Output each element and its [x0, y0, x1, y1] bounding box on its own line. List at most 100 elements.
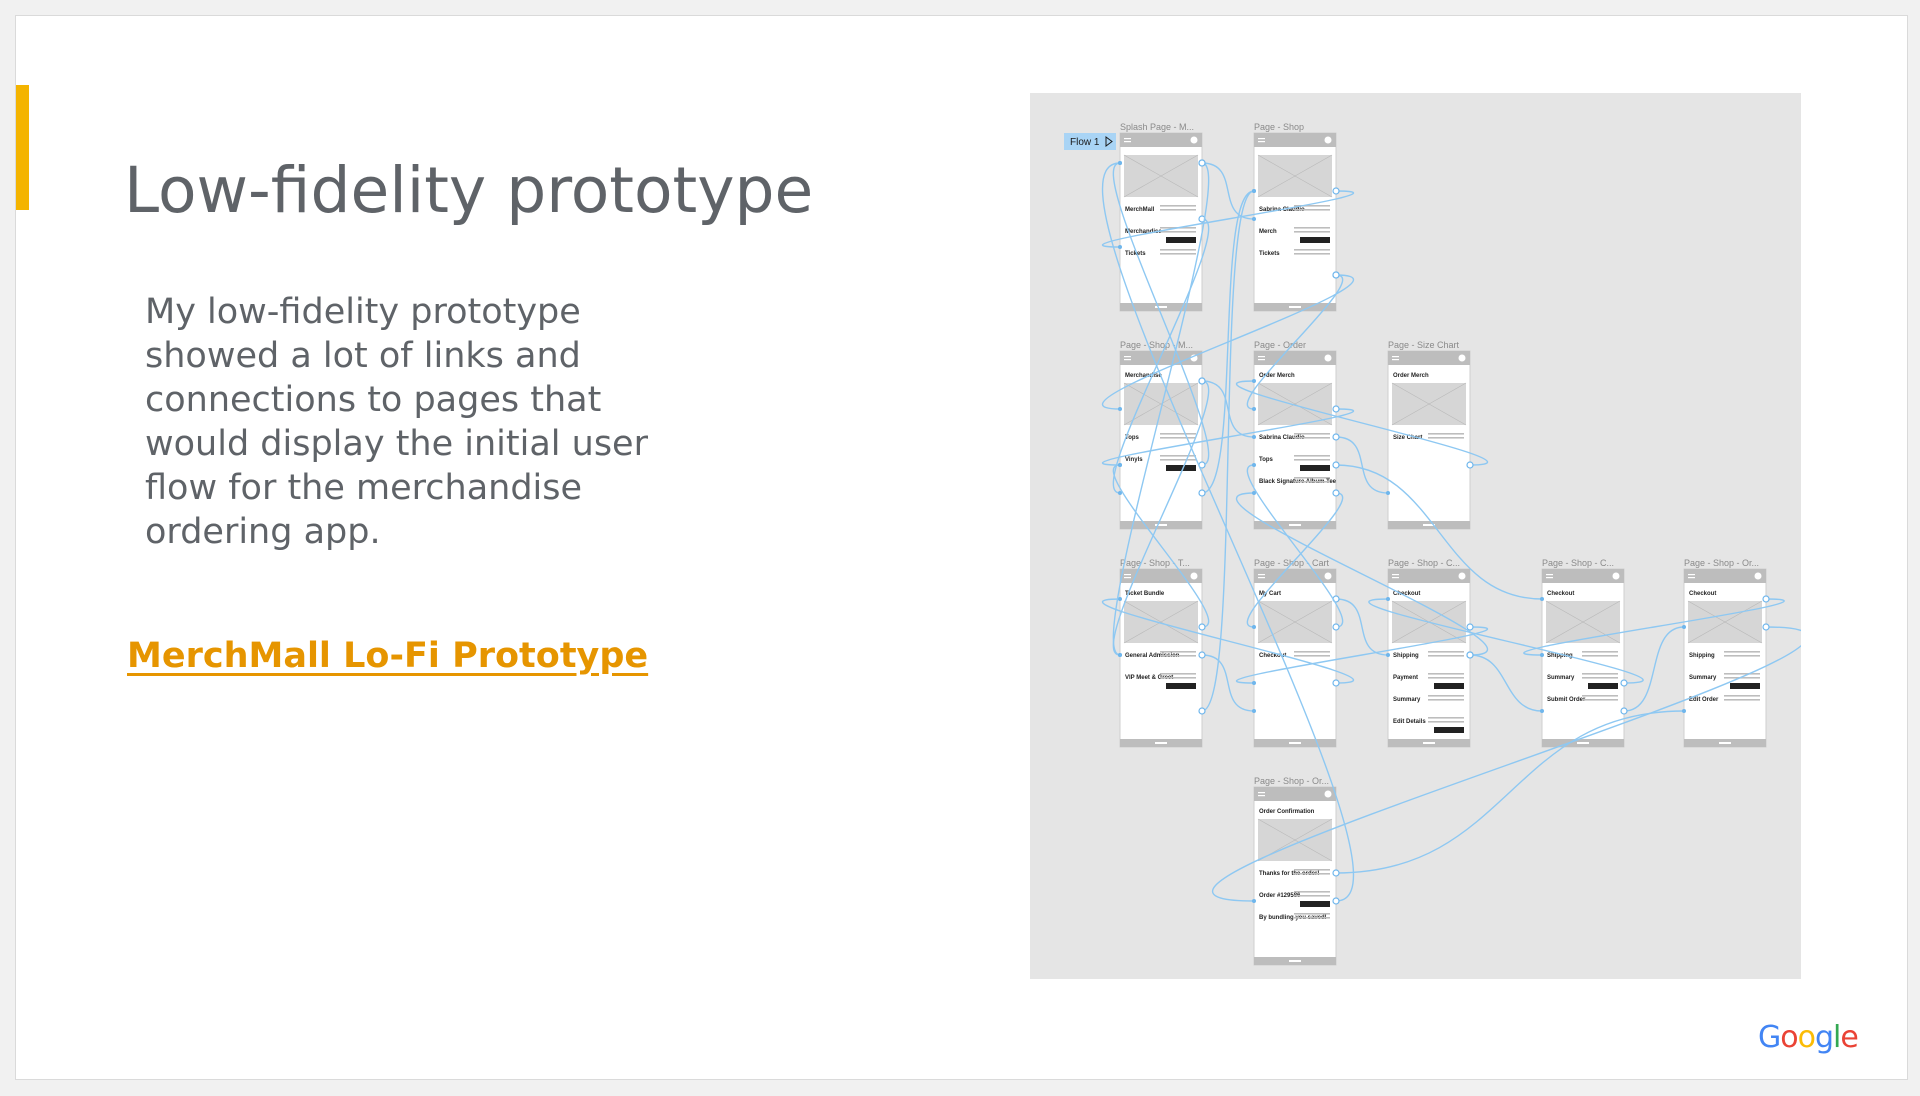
menu-icon: [1124, 577, 1131, 579]
connection-node: [1332, 679, 1340, 687]
prototype-frame: Page - Shop - Or... Checkout Shipping Summa…: [1683, 558, 1767, 748]
frame-label: Page - Order: [1254, 340, 1306, 350]
frame-heading: Checkout: [1689, 591, 1716, 597]
frame-header-bar: [1254, 133, 1336, 147]
frame-text: Edit Details: [1393, 719, 1426, 725]
frame-text: Shipping: [1689, 653, 1715, 659]
connection-node: [1682, 625, 1686, 629]
logo-letter: l: [1833, 1020, 1841, 1055]
frame-label: Page - Shop: [1254, 122, 1304, 132]
connection-node: [1466, 651, 1474, 659]
menu-icon: [1392, 359, 1399, 361]
connection-node: [1198, 623, 1206, 631]
connection-node: [1620, 707, 1628, 715]
flow-badge[interactable]: Flow 1: [1064, 133, 1116, 150]
menu-icon: [1124, 574, 1131, 576]
menu-icon: [1258, 141, 1265, 143]
prototype-frame: Page - Shop - Or...Order ConfirmationTha…: [1253, 776, 1337, 966]
logo-letter: o: [1780, 1020, 1798, 1055]
frame-button: [1166, 465, 1196, 471]
cart-icon: [1324, 136, 1332, 144]
frame-text: Edit Order: [1689, 697, 1719, 703]
frame-button: [1434, 727, 1464, 733]
connection-node: [1198, 707, 1206, 715]
connection-node: [1252, 625, 1256, 629]
connection-node: [1198, 159, 1206, 167]
frame-heading: Checkout: [1547, 591, 1574, 597]
slide-body-text: My low-fidelity prototype showed a lot o…: [145, 292, 648, 552]
frame-label: Page - Shop - T...: [1120, 558, 1190, 568]
connection-node: [1332, 489, 1340, 497]
slide: Low-fidelity prototype My low-fidelity p…: [15, 15, 1908, 1080]
frame-heading: Order Confirmation: [1259, 809, 1315, 815]
frame-label: Page - Size Chart: [1388, 340, 1460, 350]
connection-node: [1252, 379, 1256, 383]
prototype-frame: Page - Shop - C...CheckoutShippingPaymen…: [1387, 558, 1471, 748]
prototype-frame: Page - Shop - M...MerchandiseTopsVinyls: [1119, 340, 1203, 530]
connection-node: [1252, 709, 1256, 713]
menu-icon: [1258, 792, 1265, 794]
frame-button: [1300, 237, 1330, 243]
cart-icon: [1324, 572, 1332, 580]
cart-icon: [1612, 572, 1620, 580]
frame-button: [1434, 683, 1464, 689]
connection-node: [1118, 407, 1122, 411]
frames-layer: Splash Page - M...MerchMallMerchandiseTi…: [1119, 122, 1767, 966]
connection-node: [1198, 489, 1206, 497]
accent-bar: [16, 85, 29, 210]
logo-letter: G: [1758, 1020, 1781, 1055]
connections-layer: [1101, 159, 1801, 905]
prototype-link[interactable]: MerchMall Lo-Fi Prototype: [127, 634, 648, 678]
connection-node: [1762, 595, 1770, 603]
connection-node: [1386, 491, 1390, 495]
connection-node: [1762, 623, 1770, 631]
frame-button: [1300, 901, 1330, 907]
frame-heading: Ticket Bundle: [1125, 591, 1165, 597]
menu-icon: [1258, 138, 1265, 140]
flow-connection: [1201, 162, 1255, 220]
menu-icon: [1546, 577, 1553, 579]
prototype-frame: Page - Size ChartOrder MerchSize Chart: [1387, 340, 1471, 530]
connection-node: [1198, 651, 1206, 659]
menu-icon: [1392, 574, 1399, 576]
frame-header-bar: [1254, 787, 1336, 801]
connection-node: [1252, 217, 1256, 221]
frame-text: Submit Order: [1547, 697, 1586, 703]
frame-text: Tickets: [1259, 251, 1280, 257]
menu-icon: [1258, 577, 1265, 579]
prototype-screenshot: Splash Page - M... MerchMall Merchandise Ti…: [1030, 93, 1801, 979]
menu-icon: [1258, 356, 1265, 358]
frame-button: [1730, 683, 1760, 689]
cart-icon: [1324, 354, 1332, 362]
frame-text: Summary: [1393, 697, 1421, 703]
connection-node: [1118, 245, 1122, 249]
frame-text: Shipping: [1393, 653, 1419, 659]
frame-header-bar: [1254, 351, 1336, 365]
frame-header-bar: [1542, 569, 1624, 583]
menu-icon: [1688, 574, 1695, 576]
connection-node: [1540, 597, 1544, 601]
prototype-flow-diagram: Splash Page - M...MerchMallMerchandiseTi…: [1064, 122, 1801, 966]
frame-label: Splash Page - M...: [1120, 122, 1194, 132]
connection-node: [1252, 681, 1256, 685]
menu-icon: [1124, 359, 1131, 361]
logo-letter: g: [1814, 1020, 1834, 1055]
frame-text: Payment: [1393, 675, 1418, 681]
prototype-frame: Page - Shop - T...Ticket BundleGeneral A…: [1119, 558, 1203, 748]
flow-badge-label: Flow 1: [1070, 137, 1100, 148]
menu-icon: [1546, 574, 1553, 576]
connection-node: [1466, 623, 1474, 631]
connection-node: [1332, 405, 1340, 413]
menu-icon: [1124, 356, 1131, 358]
prototype-frame: Page - ShopSabrina ClaudioMerchTickets: [1253, 122, 1337, 312]
frame-button: [1300, 465, 1330, 471]
cart-icon: [1190, 136, 1198, 144]
connection-node: [1252, 407, 1256, 411]
menu-icon: [1258, 359, 1265, 361]
flow-connection: [1201, 190, 1255, 712]
flow-connection: [1623, 626, 1685, 712]
frame-label: Page - Shop - M...: [1120, 340, 1193, 350]
connection-node: [1118, 653, 1122, 657]
connection-node: [1332, 271, 1340, 279]
frame-label: Page - Shop - C...: [1542, 558, 1614, 568]
